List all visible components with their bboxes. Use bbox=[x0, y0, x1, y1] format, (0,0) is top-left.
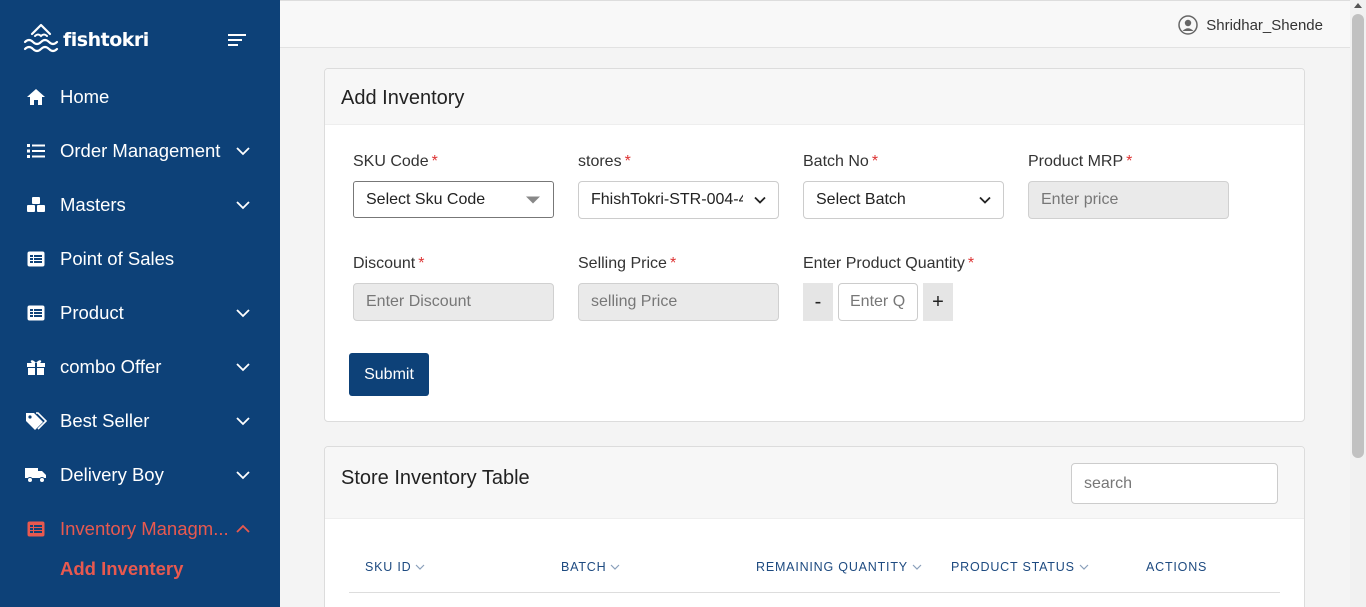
table-icon bbox=[25, 519, 47, 539]
gift-icon bbox=[25, 357, 47, 377]
chevron-up-icon bbox=[236, 524, 250, 533]
quantity-label: Enter Product Quantity * bbox=[803, 255, 975, 272]
quantity-decrement-button[interactable]: - bbox=[803, 283, 833, 321]
page-title: Add Inventory bbox=[341, 87, 465, 109]
sidebar-item-inventory-management[interactable]: Inventory Managm... bbox=[0, 502, 280, 556]
sidebar-item-best-seller[interactable]: Best Seller bbox=[0, 394, 280, 448]
list-icon bbox=[25, 141, 47, 161]
table-header-divider bbox=[349, 592, 1280, 593]
brand-name: fishtokri bbox=[63, 29, 149, 51]
sort-icon bbox=[1079, 564, 1089, 570]
tags-icon bbox=[25, 411, 47, 431]
card-header: Add Inventory bbox=[325, 69, 1304, 125]
sidebar-item-order-management[interactable]: Order Management bbox=[0, 124, 280, 178]
sidebar-item-point-of-sales[interactable]: Point of Sales bbox=[0, 232, 280, 286]
sku-code-select[interactable]: Select Sku Code bbox=[353, 181, 554, 218]
sidebar-item-home[interactable]: Home bbox=[0, 70, 280, 124]
selling-price-input[interactable]: selling Price bbox=[578, 283, 779, 321]
chevron-down-icon bbox=[979, 196, 991, 204]
username: Shridhar_Shende bbox=[1206, 16, 1323, 34]
chevron-down-icon bbox=[236, 471, 250, 480]
chevron-down-icon bbox=[754, 196, 766, 204]
caret-down-icon bbox=[526, 196, 540, 203]
home-icon bbox=[25, 87, 47, 107]
store-inventory-card: Store Inventory Table search SKU ID BATC… bbox=[324, 446, 1305, 607]
table-icon bbox=[25, 303, 47, 323]
stores-select[interactable]: FhishTokri-STR-004-4 bbox=[578, 181, 779, 219]
chevron-down-icon bbox=[236, 147, 250, 156]
menu-toggle-icon[interactable] bbox=[228, 33, 248, 47]
sidebar-subitem-add-inventory[interactable]: Add Inventery bbox=[60, 558, 183, 580]
quantity-input[interactable]: Enter Q bbox=[838, 283, 918, 321]
sidebar-item-label: combo Offer bbox=[60, 356, 162, 377]
sidebar-item-masters[interactable]: Masters bbox=[0, 178, 280, 232]
topbar: Shridhar_Shende bbox=[280, 0, 1350, 48]
sidebar-item-label: Home bbox=[60, 86, 110, 107]
table-title: Store Inventory Table bbox=[341, 467, 530, 489]
cubes-icon bbox=[25, 195, 47, 215]
batch-no-select[interactable]: Select Batch bbox=[803, 181, 1004, 219]
selling-price-label: Selling Price * bbox=[578, 255, 677, 272]
sidebar-item-delivery-boy[interactable]: Delivery Boy bbox=[0, 448, 280, 502]
sidebar-item-label: Inventory Managm... bbox=[60, 518, 229, 539]
column-header-batch[interactable]: BATCH bbox=[561, 560, 620, 574]
fishtokri-logo-icon bbox=[23, 23, 59, 53]
batch-no-label: Batch No * bbox=[803, 153, 879, 170]
sidebar-item-label: Best Seller bbox=[60, 410, 150, 431]
scroll-up-arrow-icon[interactable] bbox=[1354, 3, 1362, 8]
column-header-remaining-quantity[interactable]: REMAINING QUANTITY bbox=[756, 560, 922, 574]
add-inventory-card: Add Inventory SKU Code * stores * Batch No… bbox=[324, 68, 1305, 422]
truck-icon bbox=[25, 465, 47, 485]
sidebar-item-label: Delivery Boy bbox=[60, 464, 164, 485]
quantity-increment-button[interactable]: + bbox=[923, 283, 953, 321]
sidebar-item-label: Point of Sales bbox=[60, 248, 175, 269]
sidebar-item-label: Order Management bbox=[60, 140, 221, 161]
search-input[interactable]: search bbox=[1071, 463, 1278, 504]
table-icon bbox=[25, 249, 47, 269]
product-mrp-label: Product MRP * bbox=[1028, 153, 1133, 170]
chevron-down-icon bbox=[236, 201, 250, 210]
brand-logo[interactable]: fishtokri bbox=[22, 22, 149, 58]
column-header-sku-id[interactable]: SKU ID bbox=[365, 560, 425, 574]
sidebar-item-label: Product bbox=[60, 302, 124, 323]
sidebar: fishtokri Home Order Management Masters … bbox=[0, 0, 280, 607]
chevron-down-icon bbox=[236, 309, 250, 318]
scrollbar-thumb[interactable] bbox=[1352, 14, 1364, 458]
user-avatar-icon bbox=[1178, 15, 1198, 35]
chevron-down-icon bbox=[236, 417, 250, 426]
sidebar-item-combo-offer[interactable]: combo Offer bbox=[0, 340, 280, 394]
sidebar-item-label: Masters bbox=[60, 194, 126, 215]
submit-button[interactable]: Submit bbox=[349, 353, 429, 396]
product-mrp-input[interactable]: Enter price bbox=[1028, 181, 1229, 219]
page-scrollbar[interactable] bbox=[1350, 0, 1366, 607]
column-header-actions: ACTIONS bbox=[1146, 560, 1208, 574]
sort-icon bbox=[912, 564, 922, 570]
discount-input[interactable]: Enter Discount bbox=[353, 283, 554, 321]
user-menu[interactable]: Shridhar_Shende bbox=[1178, 15, 1323, 35]
sku-code-label: SKU Code * bbox=[353, 153, 438, 170]
sidebar-item-product[interactable]: Product bbox=[0, 286, 280, 340]
discount-label: Discount * bbox=[353, 255, 425, 272]
chevron-down-icon bbox=[236, 363, 250, 372]
sort-icon bbox=[611, 564, 620, 570]
stores-label: stores * bbox=[578, 153, 631, 170]
column-header-product-status[interactable]: PRODUCT STATUS bbox=[951, 560, 1089, 574]
card-header: Store Inventory Table search bbox=[325, 447, 1304, 519]
sort-icon bbox=[416, 564, 425, 570]
